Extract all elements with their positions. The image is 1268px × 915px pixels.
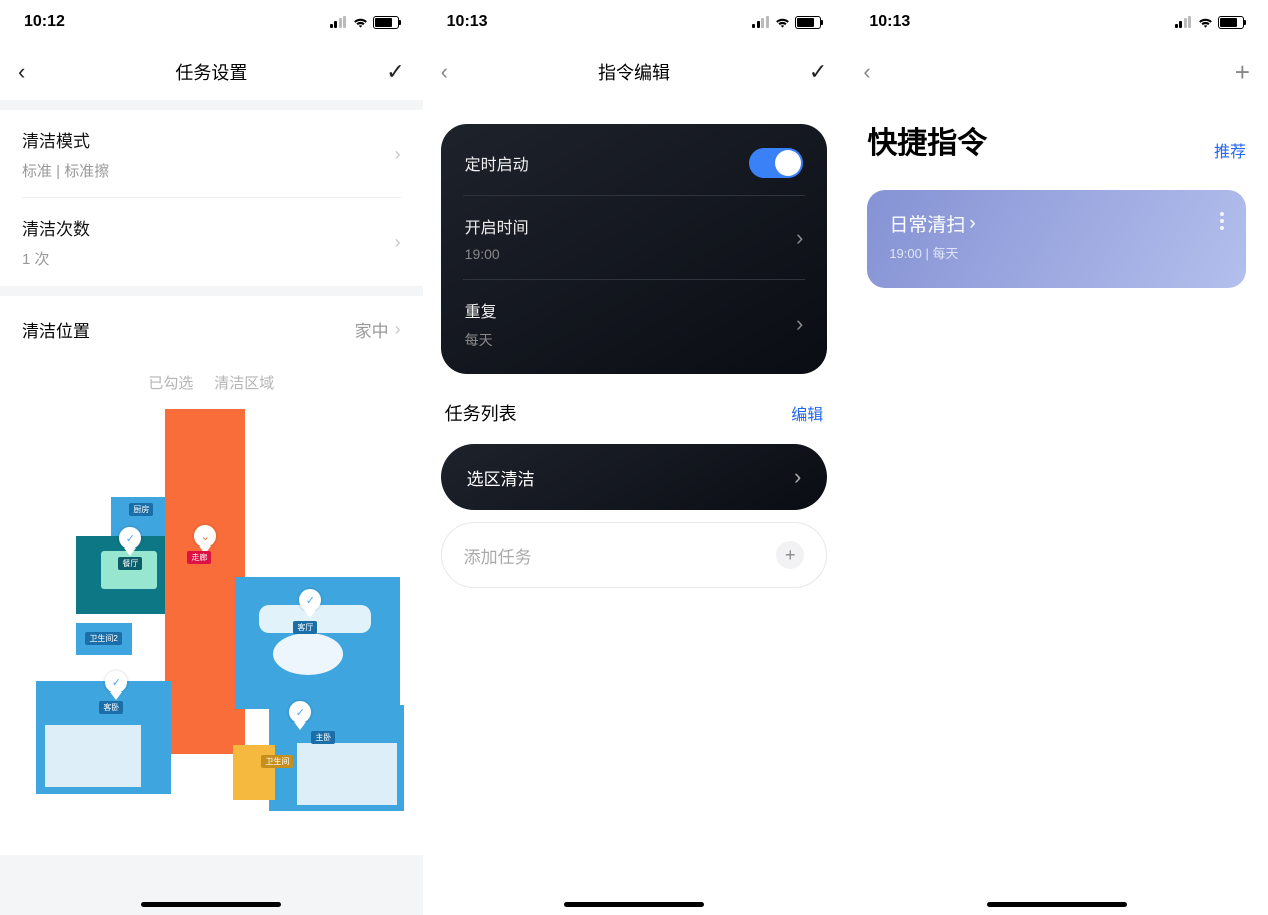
screen-task-settings: 10:12 ‹ 任务设置 ✓ 清洁模式 标准 | 标准擦 › 清洁次数 1 次 … [0, 0, 423, 915]
repeat-value: 每天 [465, 330, 497, 350]
confirm-button[interactable]: ✓ [809, 59, 827, 85]
floor-map[interactable]: ⌄ ✓ ✓ ✓ ✓ 走廊 餐厅 客厅 主卧 客卧 卫生间2 卫生间 厨房 [21, 409, 401, 829]
clean-mode-value: 标准 | 标准擦 [22, 160, 395, 181]
chevron-right-icon: › [395, 232, 401, 253]
status-time: 10:12 [24, 13, 65, 31]
start-time-value: 19:00 [465, 246, 529, 262]
shortcut-tile-daily-clean[interactable]: 日常清扫 › 19:00 | 每天 [867, 190, 1246, 288]
task-zone-clean[interactable]: 选区清洁 › [441, 444, 828, 510]
nav-title: 任务设置 [175, 59, 247, 85]
back-button[interactable]: ‹ [441, 59, 448, 85]
page-title: 快捷指令 [867, 118, 987, 162]
row-start-time[interactable]: 开启时间 19:00 › [441, 196, 828, 280]
plus-icon: + [776, 541, 804, 569]
home-indicator [987, 902, 1127, 907]
signal-icon [752, 16, 770, 28]
map-caption: 已勾选 清洁区域 [0, 372, 423, 393]
row-repeat[interactable]: 重复 每天 › [441, 280, 828, 368]
cell-clean-location[interactable]: 清洁位置 家中 › [0, 296, 423, 362]
wifi-icon [352, 16, 369, 29]
chevron-right-icon: › [969, 213, 975, 235]
clean-mode-label: 清洁模式 [22, 127, 395, 152]
home-indicator [564, 902, 704, 907]
timer-toggle[interactable] [749, 148, 803, 178]
battery-icon [373, 16, 399, 29]
shortcut-title: 日常清扫 [889, 210, 965, 237]
recommend-link[interactable]: 推荐 [1214, 138, 1246, 162]
screen-shortcuts: 10:13 ‹ + 快捷指令 推荐 日常清扫 › 19:00 | 每天 [845, 0, 1268, 915]
clean-location-value: 家中 [355, 317, 389, 342]
battery-icon [1218, 16, 1244, 29]
nav-title: 指令编辑 [598, 59, 670, 85]
repeat-label: 重复 [465, 298, 497, 322]
back-button[interactable]: ‹ [18, 59, 25, 85]
battery-icon [795, 16, 821, 29]
status-icons [752, 16, 821, 29]
timer-card: 定时启动 开启时间 19:00 › 重复 每天 › [441, 124, 828, 374]
shortcut-subtitle: 19:00 | 每天 [889, 243, 975, 262]
clean-count-value: 1 次 [22, 248, 395, 269]
status-icons [1175, 16, 1244, 29]
home-indicator [141, 902, 281, 907]
tasklist-title: 任务列表 [445, 400, 517, 426]
nav-bar: ‹ 任务设置 ✓ [0, 44, 423, 100]
signal-icon [1175, 16, 1193, 28]
confirm-button[interactable]: ✓ [386, 59, 404, 85]
chevron-right-icon: › [395, 319, 401, 340]
add-task-button[interactable]: 添加任务 + [441, 522, 828, 588]
status-bar: 10:12 [0, 0, 423, 44]
timer-label: 定时启动 [465, 151, 529, 175]
more-icon[interactable] [1220, 210, 1224, 268]
nav-bar: ‹ 指令编辑 ✓ [423, 44, 846, 100]
screen-command-edit: 10:13 ‹ 指令编辑 ✓ 定时启动 开启时间 19:00 › 重复 每天 [423, 0, 846, 915]
back-button[interactable]: ‹ [863, 59, 870, 85]
status-icons [330, 16, 399, 29]
chevron-right-icon: › [796, 225, 803, 251]
chevron-right-icon: › [794, 464, 801, 490]
chevron-right-icon: › [796, 311, 803, 337]
cell-clean-mode[interactable]: 清洁模式 标准 | 标准擦 › [0, 110, 423, 198]
add-button[interactable]: + [1235, 57, 1250, 88]
wifi-icon [1197, 16, 1214, 29]
nav-bar: ‹ + [845, 44, 1268, 100]
signal-icon [330, 16, 348, 28]
cell-clean-count[interactable]: 清洁次数 1 次 › [0, 198, 423, 286]
tasklist-header: 任务列表 编辑 [423, 374, 846, 438]
status-bar: 10:13 [423, 0, 846, 44]
clean-count-label: 清洁次数 [22, 215, 395, 240]
status-time: 10:13 [447, 13, 488, 31]
task-zone-label: 选区清洁 [467, 465, 535, 490]
status-time: 10:13 [869, 13, 910, 31]
start-time-label: 开启时间 [465, 214, 529, 238]
edit-link[interactable]: 编辑 [791, 401, 823, 425]
status-bar: 10:13 [845, 0, 1268, 44]
clean-location-label: 清洁位置 [22, 317, 90, 342]
page-header: 快捷指令 推荐 [845, 100, 1268, 170]
add-task-label: 添加任务 [464, 543, 532, 568]
wifi-icon [774, 16, 791, 29]
row-timer-enable: 定时启动 [441, 130, 828, 196]
chevron-right-icon: › [395, 144, 401, 165]
